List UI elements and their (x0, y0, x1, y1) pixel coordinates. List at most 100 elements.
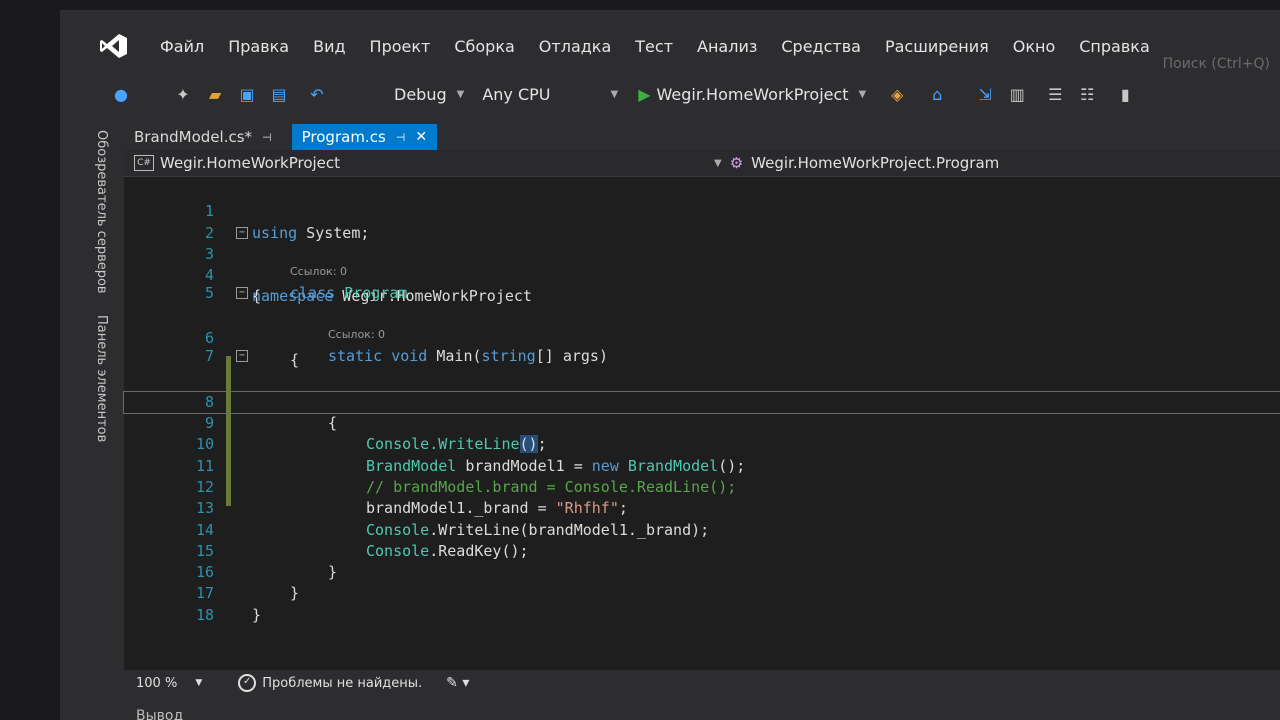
keyword: static (328, 347, 383, 366)
line-text: } (252, 605, 261, 626)
line-number: 5 (204, 284, 214, 303)
code-line: 2 (124, 201, 1280, 242)
menu-project[interactable]: Проект (358, 37, 443, 56)
code-line: 11 // brandModel.brand = Console.ReadLin… (124, 434, 1280, 496)
menu-debug[interactable]: Отладка (527, 37, 623, 56)
bookmark-icon[interactable]: ▮ (1114, 83, 1136, 105)
issues-indicator[interactable]: ✓ Проблемы не найдены. (238, 674, 422, 692)
brace: } (252, 605, 262, 624)
tab-label: Program.cs (301, 128, 386, 146)
chevron-down-icon[interactable]: ▼ (714, 158, 722, 169)
menu-build[interactable]: Сборка (442, 37, 526, 56)
type-name: Wegir.HomeWorkProject.Program (751, 154, 1000, 172)
browser-link-icon[interactable]: ◈ (886, 83, 908, 105)
code-line: Ссылок: 0 5 − class Program (124, 265, 1280, 307)
collapse-icon[interactable]: − (236, 350, 248, 363)
collapse-icon[interactable]: − (236, 287, 248, 300)
code-line: 14 Console.ReadKey(); (124, 498, 1280, 560)
code-line: 12 brandModel1._brand = "Rhfhf"; (124, 456, 1280, 517)
code-editor[interactable]: C# Wegir.HomeWorkProject ▼ ⚙ Wegir.HomeW… (123, 150, 1280, 670)
parameter: args (562, 347, 599, 366)
quick-search-input[interactable]: Поиск (Ctrl+Q) (1163, 56, 1270, 72)
visual-studio-logo-icon[interactable] (94, 31, 134, 61)
code-area[interactable]: 1 using System; 2 3 − namespace Wegir.Ho… (123, 180, 1280, 624)
save-icon[interactable]: ▣ (236, 83, 258, 105)
close-icon[interactable]: ✕ (415, 129, 427, 145)
collapse-icon[interactable]: − (236, 226, 248, 239)
menu-bar: Файл Правка Вид Проект Сборка Отладка Те… (60, 28, 1280, 64)
start-debugging-button[interactable]: Wegir.HomeWorkProject (657, 85, 849, 104)
menu-test[interactable]: Тест (623, 37, 685, 56)
line-text: class Program (290, 283, 407, 304)
code-line: 10 BrandModel brandModel1 = new BrandMod… (124, 413, 1280, 474)
server-explorer-tab[interactable]: Обозреватель серверов (94, 130, 109, 294)
menu-edit[interactable]: Правка (216, 37, 301, 56)
code-line: 3 − namespace Wegir.HomeWorkProject (124, 223, 1280, 305)
references-hint[interactable]: Ссылок: 0 (328, 328, 385, 342)
side-panel-rail: Обозреватель серверов Панель элементов (60, 120, 109, 480)
chevron-down-icon[interactable]: ▼ (859, 89, 867, 100)
menu-help[interactable]: Справка (1067, 37, 1162, 56)
zoom-select[interactable]: 100 % ▼ (136, 676, 202, 691)
visual-studio-window: Файл Правка Вид Проект Сборка Отладка Те… (60, 10, 1280, 720)
line-number: 7 (204, 347, 214, 366)
menu-items: Файл Правка Вид Проект Сборка Отладка Те… (148, 37, 1162, 56)
new-project-icon[interactable]: ✦ (172, 83, 194, 105)
menu-tools[interactable]: Средства (769, 37, 873, 56)
home-icon[interactable]: ⌂ (926, 83, 948, 105)
comment-icon[interactable]: ☰ (1044, 83, 1066, 105)
csharp-project-icon: C# (134, 155, 154, 171)
keyword: void (382, 347, 428, 366)
pin-icon[interactable]: ⊣ (262, 131, 272, 144)
format-icon[interactable]: ▥ (1006, 83, 1028, 105)
solution-platform-select[interactable]: Any CPU (482, 85, 550, 104)
class-icon: ⚙ (729, 154, 744, 172)
code-line: Ссылок: 0 7 − static void Main(string[] … (124, 328, 1280, 370)
menu-window[interactable]: Окно (1001, 37, 1068, 56)
code-line: 1 using System; (124, 180, 1280, 241)
identifier: ) (598, 347, 608, 366)
zoom-level: 100 % (136, 675, 178, 691)
tab-label: BrandModel.cs* (134, 128, 253, 146)
chevron-down-icon[interactable]: ▼ (457, 89, 465, 100)
code-line: 8 { (124, 370, 1280, 432)
project-dropdown[interactable]: C# Wegir.HomeWorkProject (134, 154, 340, 172)
tab-program[interactable]: Program.cs ⊣ ✕ (291, 124, 438, 150)
type-dropdown[interactable]: ▼ ⚙ Wegir.HomeWorkProject.Program (714, 154, 999, 172)
toolbox-tab[interactable]: Панель элементов (94, 315, 109, 442)
keyword: class (290, 284, 336, 303)
undo-icon[interactable]: ↶ (306, 83, 328, 105)
pin-icon[interactable]: ⊣ (396, 131, 406, 144)
uncomment-icon[interactable]: ☷ (1076, 83, 1098, 105)
output-panel-title[interactable]: Вывод (136, 708, 183, 720)
code-line: 6 { (124, 307, 1280, 368)
navigation-bar: C# Wegir.HomeWorkProject ▼ ⚙ Wegir.HomeW… (124, 150, 1280, 177)
check-circle-icon: ✓ (238, 674, 257, 692)
project-name: Wegir.HomeWorkProject (160, 154, 341, 172)
current-line[interactable]: 9 Console.WriteLine(); (123, 390, 1280, 454)
menu-view[interactable]: Вид (301, 37, 357, 56)
type-name: Program (335, 284, 408, 303)
step-icon[interactable]: ⇲ (974, 83, 996, 105)
save-all-icon[interactable]: ▤ (268, 83, 290, 105)
menu-analyze[interactable]: Анализ (685, 37, 769, 56)
solution-configuration-select[interactable]: Debug (394, 85, 447, 104)
code-line: 17 } (124, 562, 1280, 623)
identifier: [] (535, 347, 563, 366)
code-cleanup-icon[interactable]: ✎ ▾ (446, 675, 469, 691)
code-line: 4 { (124, 244, 1280, 305)
references-hint[interactable]: Ссылок: 0 (290, 265, 347, 279)
tab-brandmodel[interactable]: BrandModel.cs* ⊣ (124, 124, 282, 150)
menu-extensions[interactable]: Расширения (873, 37, 1001, 56)
problems-text: Проблемы не найдены. (262, 675, 423, 691)
back-icon[interactable]: ● (110, 83, 132, 105)
line-text: static void Main(string[] args) (328, 346, 608, 367)
code-line: 16 } (124, 541, 1280, 602)
chevron-down-icon[interactable]: ▼ (611, 89, 619, 100)
chevron-down-icon[interactable]: ▼ (195, 678, 202, 688)
code-line: 13 Console.WriteLine(brandModel1._brand)… (124, 477, 1280, 538)
open-folder-icon[interactable]: ▰ (204, 83, 226, 105)
start-debugging-icon[interactable]: ▶ (638, 85, 650, 104)
code-line: 18 (124, 583, 1280, 624)
menu-file[interactable]: Файл (148, 37, 216, 56)
